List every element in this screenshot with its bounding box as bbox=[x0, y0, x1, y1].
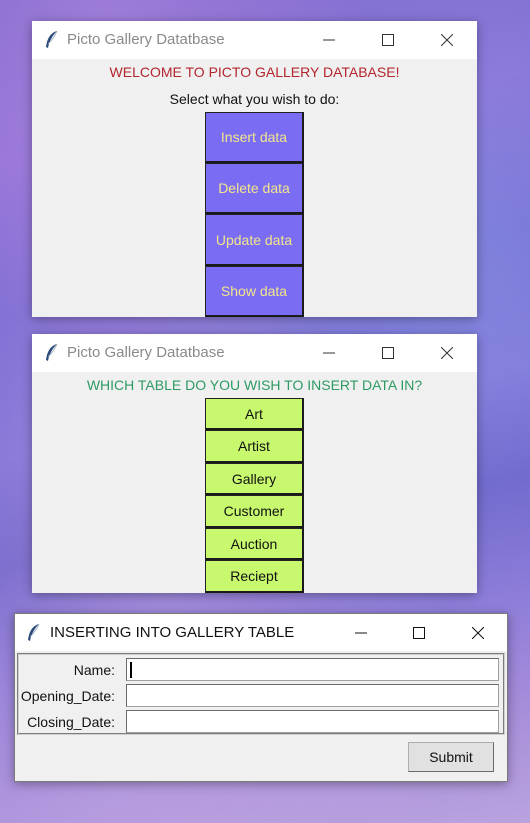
form-frame: Name: Opening_Date: Closing_Date: bbox=[17, 653, 505, 735]
closing-date-row: Closing_Date: bbox=[19, 710, 503, 736]
prompt-label: Select what you wish to do: bbox=[169, 91, 340, 107]
feather-icon bbox=[44, 30, 60, 50]
feather-icon bbox=[26, 623, 42, 643]
close-icon[interactable] bbox=[455, 614, 501, 651]
customer-button[interactable]: Customer bbox=[205, 495, 304, 528]
opening-date-field[interactable] bbox=[126, 684, 499, 707]
close-icon[interactable] bbox=[424, 21, 470, 59]
table-select-window: Picto Gallery Datatbase WHICH TABLE DO Y… bbox=[32, 334, 477, 593]
name-field[interactable] bbox=[126, 658, 499, 681]
window-title: Picto Gallery Datatbase bbox=[67, 344, 225, 361]
opening-date-label: Opening_Date: bbox=[20, 688, 115, 704]
opening-date-row: Opening_Date: bbox=[19, 684, 503, 710]
closing-date-field[interactable] bbox=[126, 710, 499, 733]
title-bar[interactable]: INSERTING INTO GALLERY TABLE bbox=[15, 614, 507, 651]
minimize-icon[interactable] bbox=[306, 334, 352, 372]
window-title: Picto Gallery Datatbase bbox=[67, 31, 225, 48]
maximize-icon[interactable] bbox=[365, 334, 411, 372]
title-bar[interactable]: Picto Gallery Datatbase bbox=[32, 21, 477, 59]
insert-gallery-window: INSERTING INTO GALLERY TABLE Name: Openi… bbox=[14, 613, 508, 782]
window-title: INSERTING INTO GALLERY TABLE bbox=[50, 624, 295, 641]
feather-icon bbox=[44, 343, 60, 363]
welcome-heading: WELCOME TO PICTO GALLERY DATABASE! bbox=[109, 64, 400, 80]
reciept-button[interactable]: Reciept bbox=[205, 560, 304, 593]
show-data-button[interactable]: Show data bbox=[205, 266, 304, 317]
gallery-button[interactable]: Gallery bbox=[205, 463, 304, 495]
text-caret bbox=[130, 662, 132, 678]
auction-button[interactable]: Auction bbox=[205, 528, 304, 560]
close-icon[interactable] bbox=[424, 334, 470, 372]
artist-button[interactable]: Artist bbox=[205, 430, 304, 463]
update-data-button[interactable]: Update data bbox=[205, 214, 304, 266]
submit-button[interactable]: Submit bbox=[408, 742, 494, 772]
name-row: Name: bbox=[19, 658, 503, 684]
closing-date-label: Closing_Date: bbox=[27, 714, 115, 730]
title-bar[interactable]: Picto Gallery Datatbase bbox=[32, 334, 477, 372]
main-menu-window: Picto Gallery Datatbase WELCOME TO PICTO… bbox=[32, 21, 477, 317]
insert-data-button[interactable]: Insert data bbox=[205, 112, 304, 163]
maximize-icon[interactable] bbox=[396, 614, 442, 651]
art-button[interactable]: Art bbox=[205, 398, 304, 430]
minimize-icon[interactable] bbox=[338, 614, 384, 651]
maximize-icon[interactable] bbox=[365, 21, 411, 59]
minimize-icon[interactable] bbox=[306, 21, 352, 59]
delete-data-button[interactable]: Delete data bbox=[205, 163, 304, 214]
name-label: Name: bbox=[73, 662, 115, 678]
table-question-heading: WHICH TABLE DO YOU WISH TO INSERT DATA I… bbox=[86, 377, 423, 393]
